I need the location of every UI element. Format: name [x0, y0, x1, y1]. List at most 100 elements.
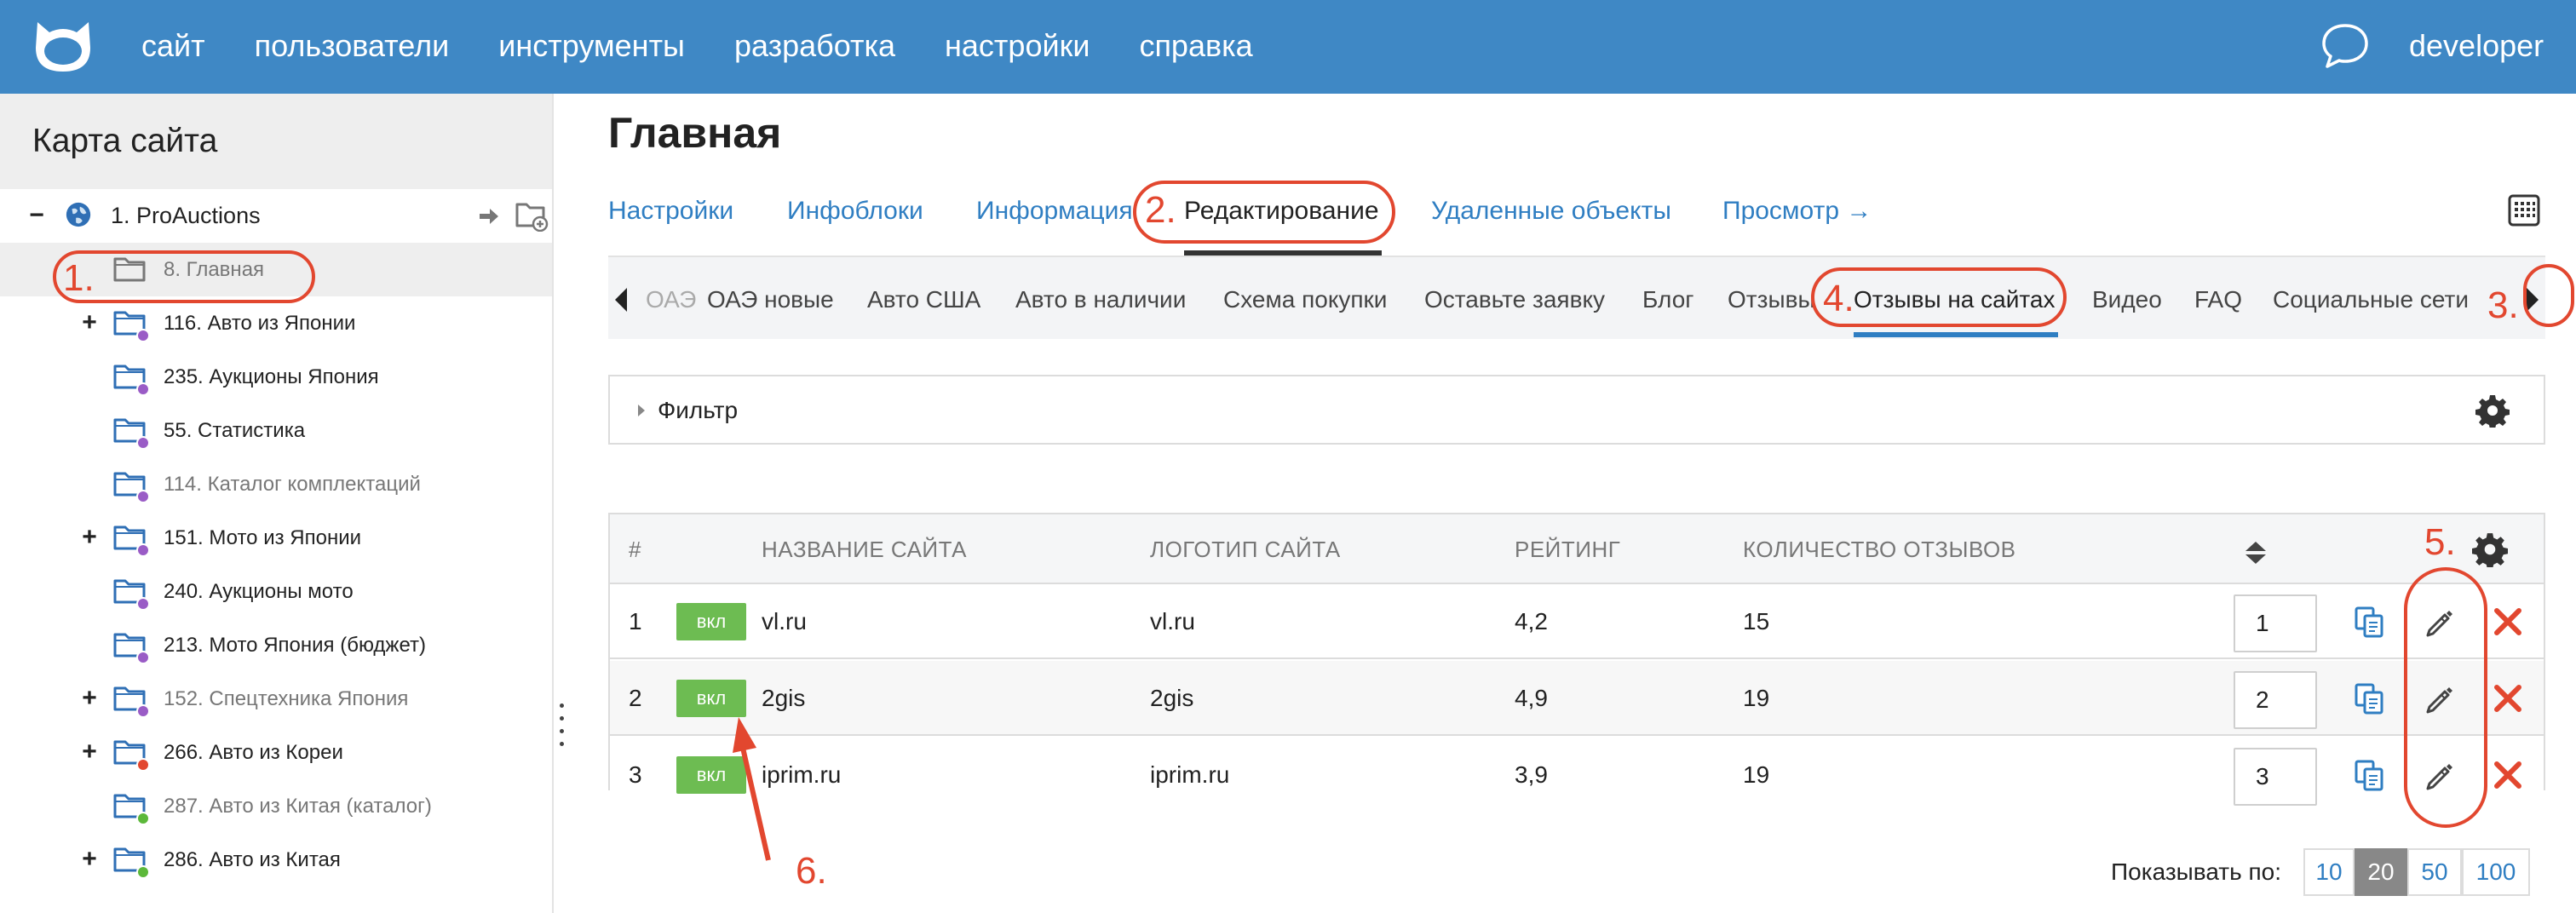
sidebar-item[interactable]: 114. Каталог комплектаций — [0, 457, 552, 511]
caret-right-icon — [635, 402, 647, 419]
status-dot — [136, 490, 150, 503]
subnav-item-reviews[interactable]: Отзывы — [1728, 283, 1815, 317]
annotation-arrow-6 — [733, 717, 771, 861]
sidebar-item[interactable]: +152. Спецтехника Япония — [0, 672, 552, 726]
sidebar-item-label: 116. Авто из Японии — [164, 312, 356, 335]
sidebar-item-label: 240. Аукционы мото — [164, 580, 354, 603]
expand-icon[interactable]: + — [78, 686, 101, 711]
site-name[interactable]: vl.ru — [762, 603, 807, 640]
sidebar-item[interactable]: +151. Мото из Японии — [0, 511, 552, 565]
status-dot — [136, 812, 150, 825]
sidebar-item-label: 114. Каталог комплектаций — [164, 473, 421, 496]
status-badge[interactable]: вкл — [676, 603, 746, 640]
rating-value: 4,2 — [1515, 608, 1548, 635]
delete-icon[interactable] — [2491, 681, 2525, 715]
sidebar-item[interactable]: 55. Статистика — [0, 404, 552, 457]
page-size-label: Показывать по: — [2111, 858, 2282, 885]
nav-site[interactable]: сайт — [141, 26, 205, 66]
tab-deleted-objects[interactable]: Удаленные объекты — [1431, 186, 1671, 237]
expand-icon[interactable]: + — [78, 310, 101, 336]
filter-panel[interactable]: Фильтр — [608, 375, 2545, 445]
col-site-logo[interactable]: ЛОГОТИП САЙТА — [1150, 531, 1341, 567]
review-count: 19 — [1743, 685, 1770, 711]
expand-icon[interactable]: + — [78, 847, 101, 872]
sort-order-input[interactable] — [2234, 594, 2317, 652]
site-name[interactable]: 2gis — [762, 680, 805, 717]
page-size-20[interactable]: 20 — [2355, 848, 2407, 896]
sidebar-item[interactable]: 240. Аукционы мото — [0, 565, 552, 618]
status-dot — [136, 704, 150, 718]
subnav-item-video[interactable]: Видео — [2092, 283, 2162, 317]
cat-logo-icon[interactable] — [29, 15, 97, 77]
expand-icon[interactable]: + — [78, 739, 101, 765]
sort-order-input[interactable] — [2234, 748, 2317, 806]
active-tab-indicator — [1184, 250, 1382, 256]
sidebar-item[interactable]: 213. Мото Япония (бюджет) — [0, 618, 552, 672]
rating-value: 4,9 — [1515, 685, 1548, 711]
page-size-100[interactable]: 100 — [2462, 848, 2530, 896]
copy-icon[interactable] — [2353, 758, 2387, 792]
status-dot — [136, 382, 150, 396]
table-row[interactable]: 3 вкл iprim.ru iprim.ru 3,9 19 — [610, 738, 2544, 813]
subnav-item-purchase-scheme[interactable]: Схема покупки — [1223, 283, 1387, 317]
page-size-10[interactable]: 10 — [2303, 848, 2355, 896]
annotation-number-1: 1. — [63, 257, 95, 299]
page-size-50[interactable]: 50 — [2407, 848, 2462, 896]
subnav-item-in-stock[interactable]: Авто в наличии — [1015, 283, 1186, 317]
tab-settings[interactable]: Настройки — [608, 186, 733, 237]
tab-infoblocks[interactable]: Инфоблоки — [787, 186, 923, 237]
add-folder-icon[interactable] — [515, 201, 549, 233]
annotation-number-3: 3. — [2487, 284, 2519, 326]
subnav-item-uae[interactable]: ОАЭ — [646, 283, 696, 317]
nav-development[interactable]: разработка — [734, 26, 895, 66]
expand-icon[interactable]: + — [78, 525, 101, 550]
columns-gear-icon[interactable] — [2472, 531, 2508, 570]
subnav-item-faq[interactable]: FAQ — [2194, 283, 2242, 317]
sidebar-resize-handle[interactable] — [559, 703, 566, 751]
copy-icon[interactable] — [2353, 681, 2387, 715]
tab-preview[interactable]: Просмотр → — [1722, 186, 1872, 237]
subnav-item-social[interactable]: Социальные сети — [2273, 283, 2469, 317]
sidebar-item-label: 235. Аукционы Япония — [164, 365, 379, 388]
sidebar-item[interactable]: 235. Аукционы Япония — [0, 350, 552, 404]
col-number[interactable]: # — [629, 531, 641, 567]
col-review-count[interactable]: КОЛИЧЕСТВО ОТЗЫВОВ — [1743, 531, 2016, 567]
subnav-item-usa[interactable]: Авто США — [867, 283, 980, 317]
globe-icon — [61, 201, 91, 230]
gear-icon[interactable] — [2475, 393, 2510, 429]
chat-bubble-icon[interactable] — [2320, 22, 2370, 70]
table-row[interactable]: 2 вкл 2gis 2gis 4,9 19 — [610, 661, 2544, 736]
status-badge[interactable]: вкл — [676, 680, 746, 717]
sidebar-item[interactable]: − 1. ProAuctions — [0, 189, 552, 243]
col-site-name[interactable]: НАЗВАНИЕ САЙТА — [762, 531, 967, 567]
sidebar-item[interactable]: 287. Авто из Китая (каталог) — [0, 779, 552, 833]
subnav-item-request[interactable]: Оставьте заявку — [1424, 283, 1605, 317]
sidebar-item[interactable]: +286. Авто из Китая — [0, 833, 552, 887]
nav-tools[interactable]: инструменты — [498, 26, 685, 66]
move-arrow-icon[interactable] — [477, 204, 501, 228]
delete-icon[interactable] — [2491, 605, 2525, 639]
col-rating[interactable]: РЕЙТИНГ — [1515, 531, 1620, 567]
top-bar: сайт пользователи инструменты разработка… — [0, 0, 2576, 94]
scroll-left-arrow-icon[interactable] — [608, 284, 634, 315]
subnav-item-blog[interactable]: Блог — [1642, 283, 1694, 317]
table-row[interactable]: 1 вкл vl.ru vl.ru 4,2 15 — [610, 584, 2544, 659]
sort-order-input[interactable] — [2234, 671, 2317, 729]
sidebar-item[interactable]: +116. Авто из Японии — [0, 296, 552, 350]
sidebar-item[interactable]: +266. Авто из Кореи — [0, 726, 552, 779]
copy-icon[interactable] — [2353, 605, 2387, 639]
sidebar-item-label: 151. Мото из Японии — [164, 526, 362, 549]
subnav-item-uae-new[interactable]: ОАЭ новые — [707, 283, 834, 317]
sidebar-header: Карта сайта — [0, 94, 552, 189]
nav-help[interactable]: справка — [1139, 26, 1252, 66]
annotation-number-4: 4. — [1823, 278, 1854, 319]
tab-information[interactable]: Информация — [976, 186, 1133, 237]
sidebar-item-label: 213. Мото Япония (бюджет) — [164, 634, 427, 657]
nav-users[interactable]: пользователи — [255, 26, 450, 66]
delete-icon[interactable] — [2491, 758, 2525, 792]
dashboard-icon[interactable] — [2508, 194, 2540, 227]
nav-settings[interactable]: настройки — [945, 26, 1090, 66]
collapse-icon[interactable]: − — [26, 203, 48, 228]
user-name[interactable]: developer — [2409, 26, 2544, 66]
sort-icon[interactable] — [2244, 540, 2268, 566]
